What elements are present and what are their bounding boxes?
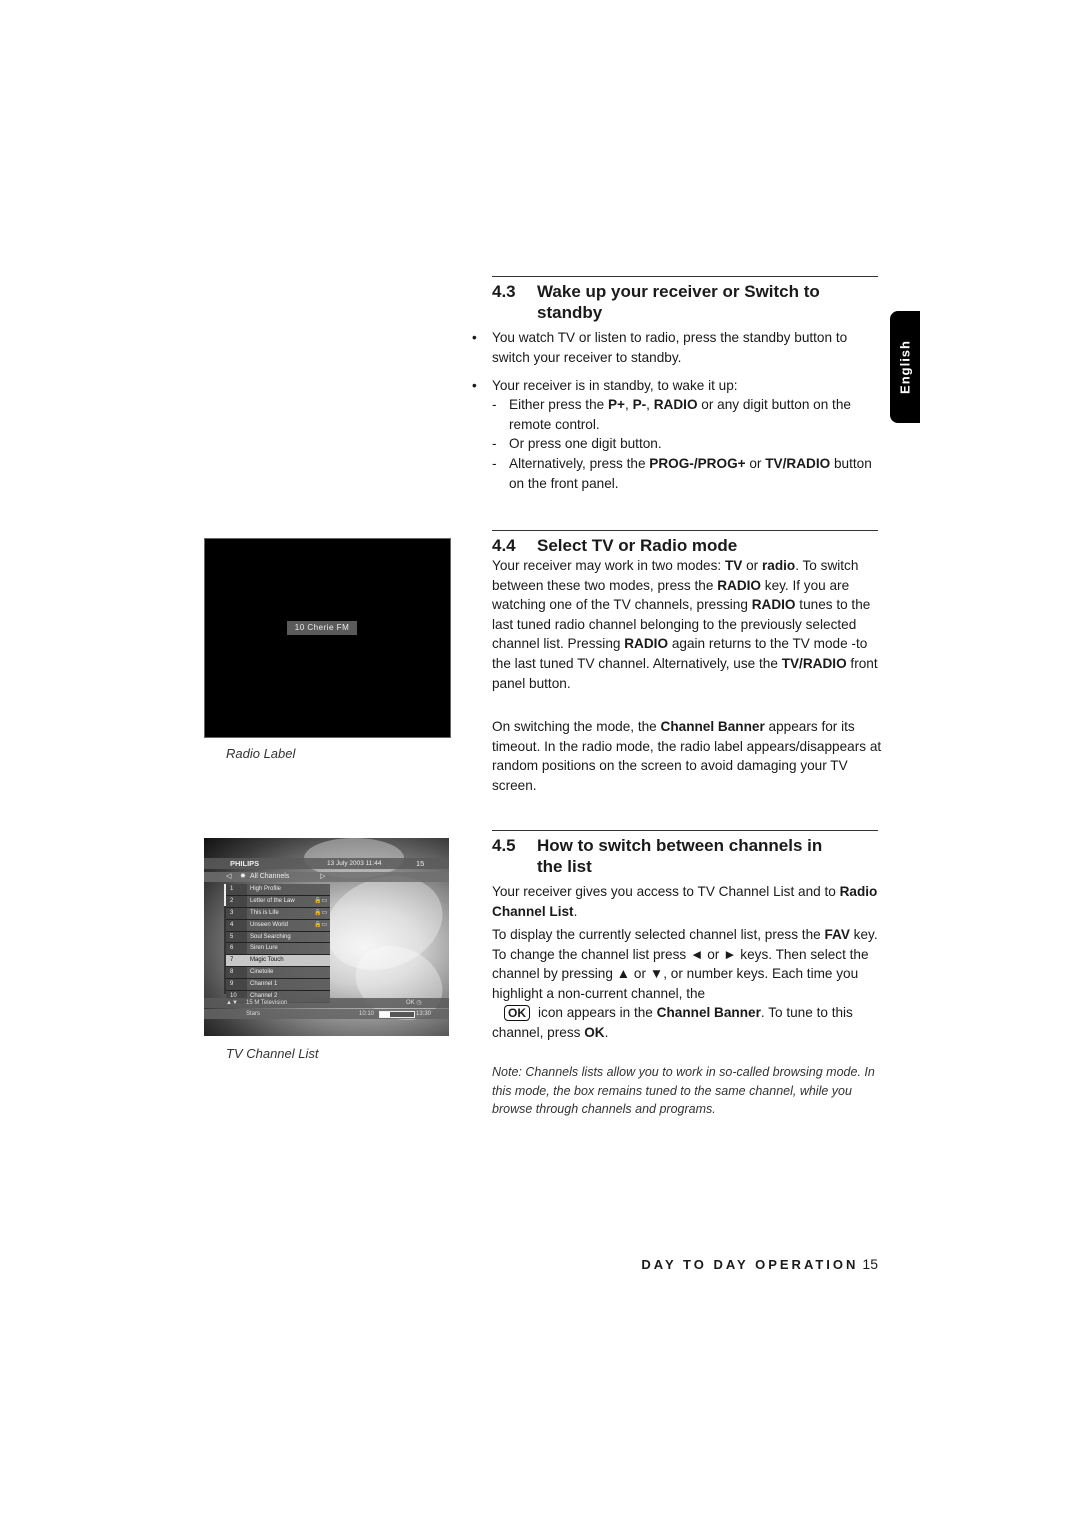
channel-item-name: Siren Lure (250, 945, 278, 952)
date-time: 13 July 2003 11:44 (327, 860, 382, 867)
channel-list-item[interactable]: 4 Unseen World 🔒▭ (226, 919, 330, 932)
language-tab: English (890, 311, 920, 423)
tv-channel-list-screenshot: PHILIPS 13 July 2003 11:44 15 ◁ ✸ All Ch… (204, 838, 449, 1036)
section-4-4-paragraph-2: On switching the mode, the Channel Banne… (492, 719, 882, 793)
footer-section-title: DAY TO DAY OPERATION (641, 1257, 859, 1272)
channel-number: 15 (416, 859, 425, 868)
bullet-item: • Your receiver is in standby, to wake i… (472, 376, 884, 396)
channel-item-number: 8 (226, 967, 247, 979)
section-divider (492, 276, 878, 277)
channel-banner: ▲▼ 15 M Television OK ◷ (204, 998, 449, 1008)
channel-list-item[interactable]: 6 Siren Lure (226, 943, 330, 956)
section-4-5-paragraph-2: To display the currently selected channe… (492, 927, 878, 1040)
bullet-icon: • (472, 330, 477, 345)
ok-icon: OK (504, 1005, 530, 1022)
dash-item: - Or press one digit button. (492, 436, 662, 451)
page-footer: DAY TO DAY OPERATION 15 (600, 1256, 878, 1272)
channel-item-number: 7 (226, 955, 247, 967)
section-4-4-paragraph-1: Your receiver may work in two modes: TV … (492, 558, 878, 691)
channel-item-name: Soul Searching (250, 933, 291, 940)
ok-clock-icons: OK ◷ (406, 1000, 422, 1006)
banner-channel: 15 M Television (246, 1000, 288, 1006)
dash-item: - Alternatively, press the PROG-/PROG+ o… (492, 456, 872, 491)
radio-label-screenshot: 10 Cherie FM (204, 538, 451, 738)
channel-item-name: Unseen World (250, 921, 288, 928)
channel-list-item[interactable]: 8 Cinetoile (226, 967, 330, 980)
channel-item-name: Cinetoile (250, 969, 274, 976)
list-selector-bar: ◁ ✸ All Channels ▷ (204, 872, 449, 882)
section-divider (492, 830, 878, 831)
lock-icon: 🔒▭ (314, 921, 328, 928)
note-text: Note: Channels lists allow you to work i… (492, 1065, 875, 1116)
lock-icon (314, 955, 330, 966)
arrow-right-icon: ▷ (320, 873, 326, 880)
channel-item-number: 6 (226, 943, 247, 955)
star-icon: ✸ (240, 873, 246, 880)
figure-caption: Radio Label (226, 746, 296, 761)
channel-item-name: This is Life (250, 909, 279, 916)
channel-item-number: 9 (226, 979, 247, 991)
start-time: 10:10 (359, 1011, 375, 1017)
dash-item: - Either press the P+, P-, RADIO or any … (492, 397, 851, 432)
channel-list-item[interactable]: 2 Letter of the Law 🔒▭ (226, 895, 330, 908)
channel-item-name: Magic Touch (250, 957, 284, 964)
brand-logo: PHILIPS (230, 859, 260, 868)
radio-channel-label: 10 Cherie FM (287, 621, 357, 635)
channel-list-item[interactable]: 3 This is Life 🔒▭ (226, 907, 330, 920)
program-bar: Stars 10:10 13:30 (204, 1009, 449, 1019)
list-name: All Channels (250, 873, 290, 880)
section-4-5-paragraph-1: Your receiver gives you access to TV Cha… (492, 884, 878, 919)
channel-list-item[interactable]: 7 Magic Touch (226, 955, 330, 968)
channel-list-item[interactable]: 5 Soul Searching (226, 931, 330, 944)
lock-icon (314, 884, 330, 895)
channel-list: 1 High Profile 2 Letter of the Law 🔒▭ 3 This i… (226, 884, 330, 1003)
channel-item-name: Letter of the Law (250, 897, 295, 904)
arrow-left-icon: ◁ (226, 873, 232, 880)
program-progress-bar (379, 1011, 415, 1018)
section-heading-4-4: 4.4 Select TV or Radio mode (492, 536, 738, 555)
language-label: English (897, 340, 913, 394)
section-heading-4-5: 4.5 How to switch between channels in the… (492, 836, 823, 876)
channel-item-name: High Profile (250, 886, 282, 892)
channel-item-number: 3 (226, 907, 247, 919)
section-heading-4-3: 4.3 Wake up your receiver or Switch to st… (492, 282, 820, 322)
lock-icon (314, 979, 330, 990)
channel-list-item[interactable]: 1 High Profile (226, 884, 330, 896)
channel-item-number: 1 (226, 884, 247, 895)
channel-item-number: 2 (226, 895, 247, 907)
lock-icon (314, 943, 330, 954)
page-number: 15 (862, 1256, 878, 1272)
bullet-item: • You watch TV or listen to radio, press… (472, 330, 848, 365)
figure-caption: TV Channel List (226, 1046, 319, 1061)
section-divider (492, 530, 878, 531)
bullet-icon: • (472, 378, 477, 393)
osd-header-bar: PHILIPS 13 July 2003 11:44 15 (204, 858, 449, 869)
channel-item-number: 5 (226, 931, 247, 943)
program-name: Stars (246, 1011, 261, 1017)
channel-item-name: Channel 1 (250, 981, 278, 988)
lock-icon (314, 967, 330, 978)
up-down-arrows-icon: ▲▼ (226, 1000, 238, 1006)
end-time: 13:30 (416, 1011, 432, 1017)
lock-icon: 🔒▭ (314, 909, 328, 916)
lock-icon (314, 932, 330, 943)
channel-item-number: 4 (226, 919, 247, 931)
lock-icon: 🔒▭ (314, 897, 328, 904)
channel-list-item[interactable]: 9 Channel 1 (226, 979, 330, 992)
